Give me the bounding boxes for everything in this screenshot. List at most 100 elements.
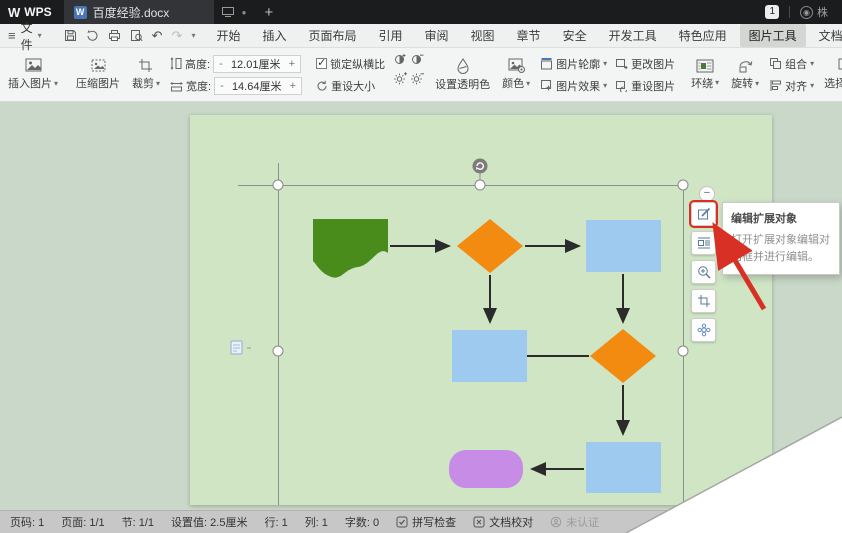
tab-home[interactable]: 开始 (207, 24, 249, 47)
tab-page-layout[interactable]: 页面布局 (299, 24, 365, 47)
print-icon[interactable] (108, 29, 121, 42)
status-page-number: 页码: 1 (10, 517, 45, 529)
rotate-button[interactable]: 旋转 ▾ (725, 50, 765, 99)
compress-picture-label: 压缩图片 (76, 78, 121, 90)
rotate-label: 旋转 (731, 78, 754, 90)
selection-pane-button[interactable]: 选择窗格 (818, 50, 842, 99)
flowchart-process-3 (586, 442, 661, 493)
save-icon[interactable] (64, 29, 77, 42)
wrap-layout-icon (697, 237, 710, 249)
rotate-handle[interactable] (472, 158, 488, 174)
document-canvas-area[interactable]: − 编辑扩展对象 打开扩展对象编辑对话框并进行编辑。 (0, 102, 842, 510)
lock-aspect-ratio-checkbox[interactable]: 锁定纵横比 (316, 54, 385, 73)
increase-brightness-icon[interactable] (394, 72, 408, 85)
crop-label: 裁剪 (132, 78, 155, 90)
document-page[interactable] (190, 115, 772, 505)
chevron-down-icon: ▾ (37, 31, 42, 40)
flowchart-decision-2 (590, 329, 656, 383)
flowchart-image[interactable] (190, 115, 772, 505)
user-avatar[interactable]: ◉ 株 (800, 4, 828, 20)
change-picture-label: 更改图片 (631, 58, 676, 71)
tab-developer[interactable]: 开发工具 (600, 24, 666, 47)
export-pdf-icon[interactable] (86, 29, 99, 42)
lock-aspect-ratio-label: 锁定纵横比 (330, 58, 386, 71)
height-value[interactable]: 12.01厘米 (231, 56, 281, 72)
decrease-contrast-icon[interactable] (411, 53, 424, 66)
color-button[interactable]: 颜色 ▾ (496, 50, 536, 99)
reset-size-button[interactable]: 重设大小 (316, 76, 385, 95)
not-certified-label: 未认证 (566, 517, 600, 529)
doc-proofing-label: 文档校对 (489, 517, 534, 529)
status-line: 行: 1 (264, 517, 288, 529)
picture-effects-label: 图片效果 (556, 80, 601, 93)
set-transparent-color-button[interactable]: 设置透明色 (429, 50, 496, 99)
decrease-brightness-icon[interactable] (411, 72, 425, 85)
width-label: 宽度: (186, 80, 212, 93)
reset-size-icon (317, 80, 327, 91)
change-picture-button[interactable]: 更改图片 (615, 54, 675, 73)
reset-picture-icon (616, 81, 628, 92)
status-word-count[interactable]: 字数: 0 (345, 514, 379, 530)
new-tab-button[interactable]: + (254, 4, 283, 21)
print-preview-icon[interactable] (130, 29, 143, 42)
file-menu[interactable]: ≡ 文件 ▾ (8, 19, 50, 53)
height-stepper[interactable]: - 12.01厘米 + (213, 54, 302, 73)
crop-image-button[interactable] (691, 289, 716, 313)
width-value[interactable]: 14.64厘米 (232, 78, 282, 94)
group-icon (770, 58, 782, 69)
wrap-button[interactable]: 环绕 ▾ (685, 50, 725, 99)
notification-badge[interactable]: 1 (765, 5, 779, 19)
increase-contrast-icon[interactable] (394, 53, 407, 66)
width-plus[interactable]: + (290, 80, 296, 92)
tab-view[interactable]: 视图 (462, 24, 504, 47)
height-plus[interactable]: + (289, 58, 295, 70)
undo-icon[interactable]: ↶ (152, 28, 163, 44)
redo-icon[interactable]: ↷ (172, 28, 183, 44)
height-minus[interactable]: - (219, 58, 223, 70)
not-certified-status[interactable]: 未认证 (550, 514, 599, 530)
layout-options-button[interactable] (691, 231, 716, 255)
tab-references[interactable]: 引用 (370, 24, 412, 47)
reset-picture-button[interactable]: 重设图片 (615, 76, 675, 95)
user-name: 株 (817, 7, 828, 19)
picture-effects-button[interactable]: 图片效果 ▾ (540, 76, 607, 95)
insert-picture-button[interactable]: 插入图片 ▾ (2, 50, 64, 99)
tab-special-features[interactable]: 特色应用 (670, 24, 736, 47)
document-tab[interactable]: W 百度经验.docx (63, 0, 214, 24)
width-stepper[interactable]: - 14.64厘米 + (214, 76, 303, 95)
width-minus[interactable]: - (220, 80, 224, 92)
beautify-picture-button[interactable] (691, 318, 716, 342)
spell-check-label: 拼写检查 (412, 517, 457, 529)
doc-proofing-toggle[interactable]: 文档校对 (473, 514, 533, 530)
compress-picture-button[interactable]: 压缩图片 (70, 50, 126, 99)
tab-doc-assistant[interactable]: 文档助手 (810, 24, 842, 47)
group-button[interactable]: 组合 ▾ (769, 54, 814, 73)
selection-pane-icon (838, 58, 842, 70)
picture-icon (25, 58, 41, 72)
collapse-toolbar-button[interactable]: − (699, 186, 715, 202)
certify-shield-icon (550, 516, 562, 528)
split-view-icon[interactable] (221, 7, 234, 17)
edit-extended-object-button[interactable] (689, 200, 718, 228)
tab-picture-tools[interactable]: 图片工具 (739, 24, 806, 47)
tab-security[interactable]: 安全 (554, 24, 596, 47)
file-menu-label: 文件 (20, 20, 33, 52)
flowchart-decision-1 (457, 219, 523, 273)
zoom-view-button[interactable] (691, 260, 716, 284)
tab-insert[interactable]: 插入 (253, 24, 295, 47)
tab-review[interactable]: 审阅 (416, 24, 458, 47)
tab-section[interactable]: 章节 (508, 24, 550, 47)
align-button[interactable]: 对齐 ▾ (769, 76, 814, 95)
flowchart-terminator-shape (449, 450, 523, 488)
beautify-icon (697, 323, 710, 337)
spell-check-toggle[interactable]: 拼写检查 (396, 514, 456, 530)
picture-outline-icon (541, 58, 553, 70)
quickbar-dropdown-icon[interactable]: ▾ (191, 31, 195, 40)
hamburger-icon: ≡ (8, 28, 16, 43)
wps-writer-window: W WPS W 百度经验.docx ● + 1 ◉ 株 ≡ 文件 ▾ ↶ ↷ ▾… (0, 0, 842, 533)
group-label: 组合 (785, 58, 808, 71)
tooltip-body: 打开扩展对象编辑对话框并进行编辑。 (731, 234, 830, 264)
picture-outline-button[interactable]: 图片轮廓 ▾ (540, 54, 607, 73)
wrap-text-icon (696, 59, 714, 72)
crop-button[interactable]: 裁剪 ▾ (126, 50, 166, 99)
